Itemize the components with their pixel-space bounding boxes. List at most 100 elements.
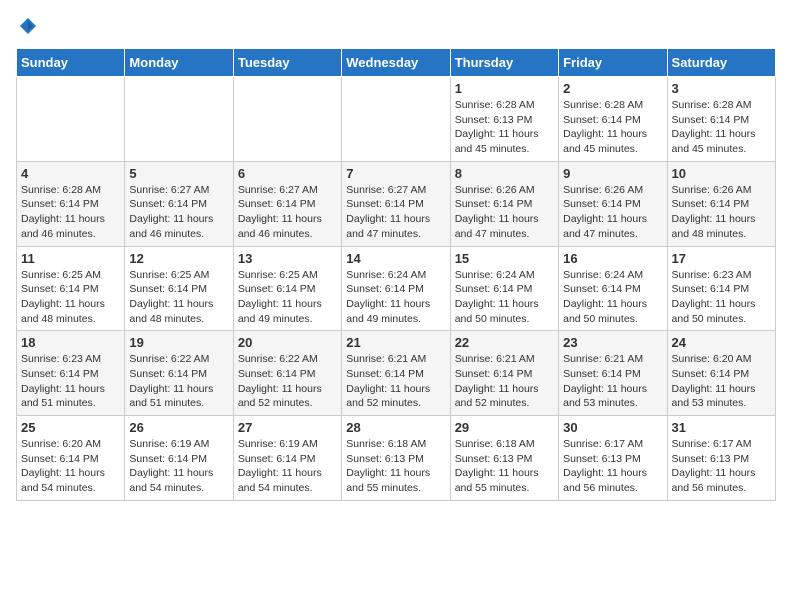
calendar-cell: 15 Sunrise: 6:24 AM Sunset: 6:14 PM Dayli… [450, 246, 558, 331]
calendar-cell: 21 Sunrise: 6:21 AM Sunset: 6:14 PM Dayli… [342, 331, 450, 416]
day-info: Sunrise: 6:21 AM Sunset: 6:14 PM Dayligh… [455, 352, 554, 411]
calendar-cell: 19Sunrise: 6:22 AM Sunset: 6:14 PM Dayli… [125, 331, 233, 416]
day-info: Sunrise: 6:21 AM Sunset: 6:14 PM Dayligh… [563, 352, 662, 411]
calendar-cell: 3 Sunrise: 6:28 AM Sunset: 6:14 PM Daylig… [667, 77, 775, 162]
calendar-week-4: 18 Sunrise: 6:23 AM Sunset: 6:14 PM Dayli… [17, 331, 776, 416]
day-number: 11 [21, 251, 120, 266]
day-number: 12 [129, 251, 228, 266]
day-info: Sunrise: 6:17 AM Sunset: 6:13 PM Dayligh… [563, 437, 662, 496]
day-number: 27 [238, 420, 337, 435]
calendar-cell: 23 Sunrise: 6:21 AM Sunset: 6:14 PM Dayli… [559, 331, 667, 416]
day-number: 31 [672, 420, 771, 435]
day-number: 18 [21, 335, 120, 350]
calendar-cell: 17 Sunrise: 6:23 AM Sunset: 6:14 PM Dayli… [667, 246, 775, 331]
day-info: Sunrise: 6:28 AM Sunset: 6:14 PM Dayligh… [21, 183, 120, 242]
day-number: 5 [129, 166, 228, 181]
calendar-cell: 30 Sunrise: 6:17 AM Sunset: 6:13 PM Dayli… [559, 416, 667, 501]
calendar-cell: 22 Sunrise: 6:21 AM Sunset: 6:14 PM Dayli… [450, 331, 558, 416]
calendar-week-2: 4 Sunrise: 6:28 AM Sunset: 6:14 PM Daylig… [17, 161, 776, 246]
day-info: Sunrise: 6:24 AM Sunset: 6:14 PM Dayligh… [563, 268, 662, 327]
day-number: 8 [455, 166, 554, 181]
day-info: Sunrise: 6:27 AM Sunset: 6:14 PM Dayligh… [238, 183, 337, 242]
day-info: Sunrise: 6:18 AM Sunset: 6:13 PM Dayligh… [346, 437, 445, 496]
calendar: SundayMondayTuesdayWednesdayThursdayFrid… [16, 48, 776, 501]
day-number: 1 [455, 81, 554, 96]
calendar-cell: 13 Sunrise: 6:25 AM Sunset: 6:14 PM Dayli… [233, 246, 341, 331]
day-info: Sunrise: 6:28 AM Sunset: 6:14 PM Dayligh… [563, 98, 662, 157]
calendar-cell: 9 Sunrise: 6:26 AM Sunset: 6:14 PM Daylig… [559, 161, 667, 246]
calendar-cell [342, 77, 450, 162]
calendar-week-1: 1 Sunrise: 6:28 AM Sunset: 6:13 PM Daylig… [17, 77, 776, 162]
day-info: Sunrise: 6:22 AM Sunset: 6:14 PM Dayligh… [238, 352, 337, 411]
day-number: 6 [238, 166, 337, 181]
calendar-cell: 2Sunrise: 6:28 AM Sunset: 6:14 PM Daylig… [559, 77, 667, 162]
day-number: 25 [21, 420, 120, 435]
calendar-week-3: 11 Sunrise: 6:25 AM Sunset: 6:14 PM Dayli… [17, 246, 776, 331]
day-number: 9 [563, 166, 662, 181]
day-header-monday: Monday [125, 49, 233, 77]
calendar-cell: 1 Sunrise: 6:28 AM Sunset: 6:13 PM Daylig… [450, 77, 558, 162]
day-header-tuesday: Tuesday [233, 49, 341, 77]
calendar-cell: 8Sunrise: 6:26 AM Sunset: 6:14 PM Daylig… [450, 161, 558, 246]
calendar-cell: 12Sunrise: 6:25 AM Sunset: 6:14 PM Dayli… [125, 246, 233, 331]
day-info: Sunrise: 6:20 AM Sunset: 6:14 PM Dayligh… [672, 352, 771, 411]
day-number: 26 [129, 420, 228, 435]
day-number: 14 [346, 251, 445, 266]
day-info: Sunrise: 6:21 AM Sunset: 6:14 PM Dayligh… [346, 352, 445, 411]
day-number: 13 [238, 251, 337, 266]
calendar-week-5: 25 Sunrise: 6:20 AM Sunset: 6:14 PM Dayli… [17, 416, 776, 501]
day-info: Sunrise: 6:24 AM Sunset: 6:14 PM Dayligh… [455, 268, 554, 327]
calendar-cell: 25 Sunrise: 6:20 AM Sunset: 6:14 PM Dayli… [17, 416, 125, 501]
day-number: 20 [238, 335, 337, 350]
day-info: Sunrise: 6:26 AM Sunset: 6:14 PM Dayligh… [563, 183, 662, 242]
day-header-sunday: Sunday [17, 49, 125, 77]
day-number: 21 [346, 335, 445, 350]
day-info: Sunrise: 6:23 AM Sunset: 6:14 PM Dayligh… [21, 352, 120, 411]
day-number: 16 [563, 251, 662, 266]
calendar-cell: 26 Sunrise: 6:19 AM Sunset: 6:14 PM Dayli… [125, 416, 233, 501]
day-info: Sunrise: 6:22 AM Sunset: 6:14 PM Dayligh… [129, 352, 228, 411]
day-info: Sunrise: 6:24 AM Sunset: 6:14 PM Dayligh… [346, 268, 445, 327]
calendar-cell: 5Sunrise: 6:27 AM Sunset: 6:14 PM Daylig… [125, 161, 233, 246]
calendar-cell: 29Sunrise: 6:18 AM Sunset: 6:13 PM Dayli… [450, 416, 558, 501]
day-header-thursday: Thursday [450, 49, 558, 77]
day-info: Sunrise: 6:17 AM Sunset: 6:13 PM Dayligh… [672, 437, 771, 496]
day-info: Sunrise: 6:20 AM Sunset: 6:14 PM Dayligh… [21, 437, 120, 496]
calendar-cell: 10Sunrise: 6:26 AM Sunset: 6:14 PM Dayli… [667, 161, 775, 246]
calendar-cell [125, 77, 233, 162]
day-number: 24 [672, 335, 771, 350]
day-info: Sunrise: 6:27 AM Sunset: 6:14 PM Dayligh… [346, 183, 445, 242]
calendar-cell: 28 Sunrise: 6:18 AM Sunset: 6:13 PM Dayli… [342, 416, 450, 501]
day-info: Sunrise: 6:23 AM Sunset: 6:14 PM Dayligh… [672, 268, 771, 327]
calendar-cell: 20 Sunrise: 6:22 AM Sunset: 6:14 PM Dayli… [233, 331, 341, 416]
calendar-cell: 27 Sunrise: 6:19 AM Sunset: 6:14 PM Dayli… [233, 416, 341, 501]
day-number: 28 [346, 420, 445, 435]
day-number: 7 [346, 166, 445, 181]
day-number: 30 [563, 420, 662, 435]
day-number: 15 [455, 251, 554, 266]
calendar-cell: 11 Sunrise: 6:25 AM Sunset: 6:14 PM Dayli… [17, 246, 125, 331]
day-info: Sunrise: 6:19 AM Sunset: 6:14 PM Dayligh… [238, 437, 337, 496]
day-number: 22 [455, 335, 554, 350]
calendar-cell: 14 Sunrise: 6:24 AM Sunset: 6:14 PM Dayli… [342, 246, 450, 331]
day-number: 23 [563, 335, 662, 350]
calendar-cell [17, 77, 125, 162]
day-info: Sunrise: 6:28 AM Sunset: 6:14 PM Dayligh… [672, 98, 771, 157]
day-number: 3 [672, 81, 771, 96]
calendar-cell: 31 Sunrise: 6:17 AM Sunset: 6:13 PM Dayli… [667, 416, 775, 501]
day-info: Sunrise: 6:28 AM Sunset: 6:13 PM Dayligh… [455, 98, 554, 157]
day-info: Sunrise: 6:25 AM Sunset: 6:14 PM Dayligh… [21, 268, 120, 327]
day-header-wednesday: Wednesday [342, 49, 450, 77]
calendar-header-row: SundayMondayTuesdayWednesdayThursdayFrid… [17, 49, 776, 77]
header [16, 16, 776, 36]
logo [16, 16, 38, 36]
day-number: 29 [455, 420, 554, 435]
day-info: Sunrise: 6:25 AM Sunset: 6:14 PM Dayligh… [238, 268, 337, 327]
calendar-cell: 16 Sunrise: 6:24 AM Sunset: 6:14 PM Dayli… [559, 246, 667, 331]
day-header-friday: Friday [559, 49, 667, 77]
day-number: 4 [21, 166, 120, 181]
day-number: 17 [672, 251, 771, 266]
day-info: Sunrise: 6:26 AM Sunset: 6:14 PM Dayligh… [672, 183, 771, 242]
logo-icon [18, 16, 38, 36]
day-info: Sunrise: 6:19 AM Sunset: 6:14 PM Dayligh… [129, 437, 228, 496]
